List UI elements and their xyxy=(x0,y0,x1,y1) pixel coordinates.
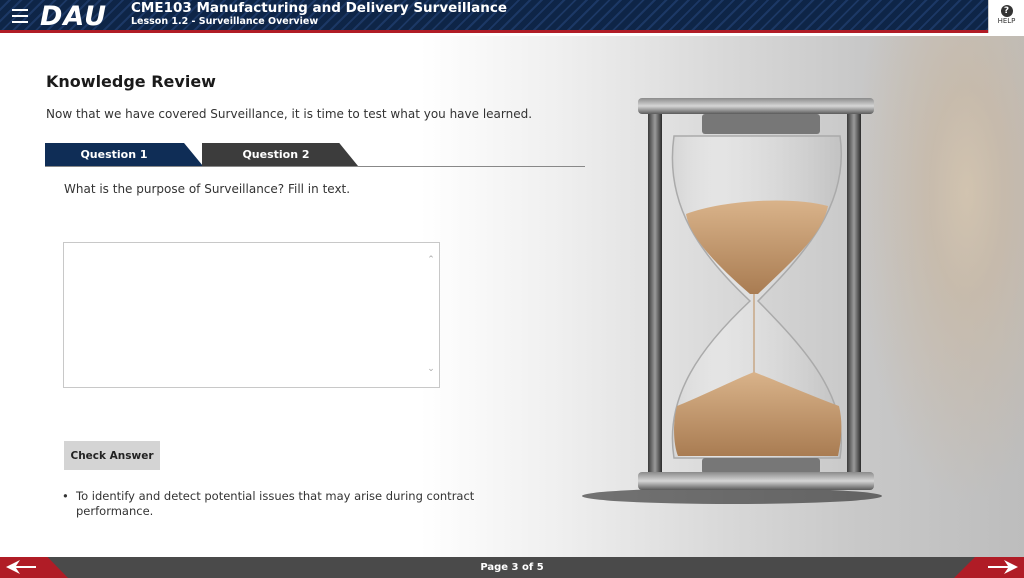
check-answer-button[interactable]: Check Answer xyxy=(64,441,160,470)
footer-bar: Page 3 of 5 xyxy=(0,557,1024,578)
help-label: HELP xyxy=(997,17,1016,25)
page-indicator: Page 3 of 5 xyxy=(480,562,544,573)
answer-input[interactable] xyxy=(63,242,440,388)
page-title: Knowledge Review xyxy=(46,72,216,91)
scroll-down-icon[interactable]: ⌄ xyxy=(426,364,436,374)
tab-question-2[interactable]: Question 2 xyxy=(202,143,358,166)
lesson-title: Lesson 1.2 - Surveillance Overview xyxy=(131,16,319,27)
hourglass-image xyxy=(582,98,882,504)
dau-logo: DAU xyxy=(40,1,108,32)
question-circle-icon: ? xyxy=(1000,5,1013,17)
help-button[interactable]: ? HELP xyxy=(988,0,1024,33)
intro-text: Now that we have covered Surveillance, i… xyxy=(46,107,533,121)
scroll-up-icon[interactable]: ⌃ xyxy=(426,255,436,265)
feedback-list: To identify and detect potential issues … xyxy=(62,489,512,519)
question-text: What is the purpose of Surveillance? Fil… xyxy=(64,182,351,196)
course-title: CME103 Manufacturing and Delivery Survei… xyxy=(131,0,508,16)
question-tabs: Question 1 Question 2 xyxy=(45,143,585,167)
arrow-right-icon xyxy=(988,560,1018,574)
tab-question-1[interactable]: Question 1 xyxy=(45,143,203,166)
header-bar: DAU CME103 Manufacturing and Delivery Su… xyxy=(0,0,1024,33)
feedback-item: To identify and detect potential issues … xyxy=(62,489,512,519)
hamburger-menu-icon[interactable] xyxy=(12,9,28,23)
